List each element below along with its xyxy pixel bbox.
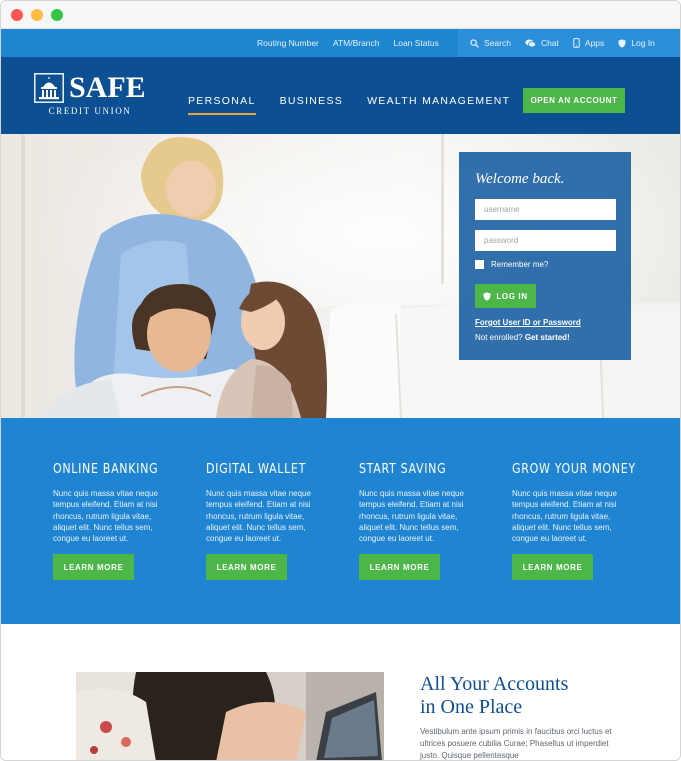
learn-more-button[interactable]: LEARN MORE	[512, 554, 593, 580]
feature-digital-wallet: DIGITAL WALLET Nunc quis massa vitae neq…	[206, 461, 336, 580]
open-account-button[interactable]: OPEN AN ACCOUNT	[523, 88, 625, 113]
nav-business[interactable]: BUSINESS	[280, 95, 344, 113]
chat-tool[interactable]: Chat	[525, 38, 559, 48]
remember-me-checkbox[interactable]	[475, 260, 484, 269]
minimize-window-button[interactable]	[31, 9, 43, 21]
utility-bar: Routing Number ATM/Branch Loan Status Se…	[1, 29, 680, 57]
woman-laptop-image	[76, 672, 384, 760]
username-input[interactable]	[475, 199, 616, 220]
feature-start-saving: START SAVING Nunc quis massa vitae neque…	[359, 461, 489, 580]
learn-more-button[interactable]: LEARN MORE	[359, 554, 440, 580]
search-tool[interactable]: Search	[470, 38, 511, 48]
accounts-description: Vestibulum ante ipsum primis in faucibus…	[420, 727, 612, 760]
search-icon	[470, 38, 479, 48]
utility-links: Routing Number ATM/Branch Loan Status	[257, 29, 453, 57]
close-window-button[interactable]	[11, 9, 23, 21]
apps-label: Apps	[584, 38, 605, 48]
atm-branch-link[interactable]: ATM/Branch	[333, 38, 380, 48]
login-tool[interactable]: Log In	[618, 38, 655, 48]
features-section: ONLINE BANKING Nunc quis massa vitae neq…	[1, 418, 680, 624]
feature-online-banking: ONLINE BANKING Nunc quis massa vitae neq…	[53, 461, 183, 580]
feature-title: START SAVING	[359, 461, 447, 477]
safe-logo[interactable]: SAFE CREDIT UNION	[34, 71, 146, 117]
nav-wealth-management[interactable]: WEALTH MANAGEMENT	[367, 95, 510, 113]
capitol-building-icon	[34, 73, 64, 103]
loan-status-link[interactable]: Loan Status	[394, 38, 439, 48]
utility-tools: Search Chat Apps Log In	[458, 29, 680, 57]
feature-description: Nunc quis massa vitae neque tempus eleif…	[206, 489, 311, 544]
password-input[interactable]	[475, 230, 616, 251]
maximize-window-button[interactable]	[51, 9, 63, 21]
browser-window: Routing Number ATM/Branch Loan Status Se…	[0, 0, 681, 761]
login-button-label: LOG IN	[496, 291, 528, 301]
enroll-prompt: Not enrolled? Get started!	[475, 333, 570, 342]
get-started-link[interactable]: Get started!	[525, 333, 570, 342]
chat-icon	[525, 39, 536, 47]
accounts-heading-line2: in One Place	[420, 696, 523, 718]
chat-label: Chat	[540, 38, 559, 48]
feature-title: GROW YOUR MONEY	[512, 461, 636, 477]
routing-number-link[interactable]: Routing Number	[257, 38, 319, 48]
accounts-heading-line1: All Your Accounts	[420, 673, 569, 695]
feature-title: DIGITAL WALLET	[206, 461, 306, 477]
login-title: Welcome back.	[475, 171, 565, 187]
learn-more-button[interactable]: LEARN MORE	[53, 554, 134, 580]
login-label: Log In	[631, 38, 655, 48]
nav-personal[interactable]: PERSONAL	[188, 95, 256, 115]
remember-me-row: Remember me?	[475, 260, 548, 269]
feature-description: Nunc quis massa vitae neque tempus eleif…	[512, 489, 617, 544]
feature-description: Nunc quis massa vitae neque tempus eleif…	[53, 489, 158, 544]
shield-icon	[483, 291, 492, 301]
accounts-image	[76, 672, 384, 760]
remember-me-label: Remember me?	[491, 260, 549, 269]
learn-more-button[interactable]: LEARN MORE	[206, 554, 287, 580]
apps-tool[interactable]: Apps	[573, 38, 604, 48]
accounts-heading: All Your Accounts in One Place	[420, 673, 568, 719]
window-titlebar	[1, 1, 680, 29]
logo-subtitle: CREDIT UNION	[48, 106, 132, 116]
primary-nav: PERSONAL BUSINESS WEALTH MANAGEMENT	[188, 95, 534, 115]
forgot-credentials-link[interactable]: Forgot User ID or Password	[475, 318, 581, 327]
login-panel: Welcome back. Remember me? LOG IN Forgot…	[459, 152, 631, 360]
shield-icon	[618, 38, 626, 48]
phone-icon	[573, 38, 580, 48]
search-label: Search	[484, 38, 511, 48]
logo-wordmark: SAFE	[69, 71, 146, 104]
feature-description: Nunc quis massa vitae neque tempus eleif…	[359, 489, 464, 544]
main-navigation: SAFE CREDIT UNION PERSONAL BUSINESS WEAL…	[1, 57, 680, 134]
feature-title: ONLINE BANKING	[53, 461, 159, 477]
feature-grow-your-money: GROW YOUR MONEY Nunc quis massa vitae ne…	[512, 461, 642, 580]
enroll-text: Not enrolled?	[475, 333, 523, 342]
login-button[interactable]: LOG IN	[475, 284, 536, 308]
